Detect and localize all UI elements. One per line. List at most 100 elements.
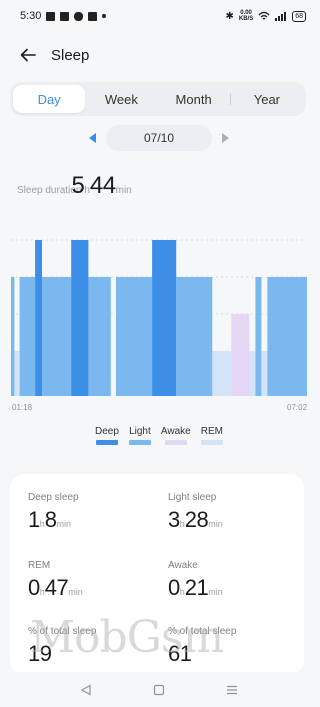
sleep-segment-rem bbox=[261, 351, 268, 396]
tab-year[interactable]: Year bbox=[231, 85, 303, 113]
nav-home-button[interactable] bbox=[147, 678, 171, 702]
duration-minutes-unit: min bbox=[115, 185, 132, 196]
status-time: 5:30 bbox=[20, 10, 42, 22]
status-bar: 5:30 ✱ 0.00 KB/S 68 bbox=[0, 0, 318, 32]
date-navigator: 07/10 bbox=[0, 125, 318, 151]
next-day-button[interactable] bbox=[222, 133, 229, 143]
legend-deep: Deep bbox=[95, 426, 119, 445]
stat-minutes-unit: min bbox=[56, 519, 72, 529]
legend-swatch bbox=[95, 440, 118, 445]
sleep-segment-rem bbox=[249, 351, 256, 396]
legend-swatch bbox=[164, 440, 187, 445]
sleep-segment-awake bbox=[231, 314, 250, 396]
sleep-stage-svg bbox=[11, 239, 307, 396]
app-header: Sleep bbox=[0, 36, 318, 74]
sleep-stage-chart bbox=[11, 236, 307, 396]
legend-label: REM bbox=[200, 426, 223, 437]
stat-value: 0 h 21 min bbox=[168, 575, 223, 601]
net-speed-unit: KB/S bbox=[238, 16, 254, 22]
previous-day-button[interactable] bbox=[89, 133, 96, 143]
more-notifications-icon bbox=[102, 14, 107, 18]
sleep-segment-light bbox=[267, 277, 307, 396]
stat-minutes-unit: min bbox=[208, 587, 223, 597]
sleep-segment-light bbox=[42, 277, 72, 396]
system-nav-bar bbox=[0, 672, 318, 707]
stat-label: % of total sleep bbox=[28, 626, 97, 637]
arrow-left-icon bbox=[20, 48, 36, 62]
sleep-stats-card: Deep sleep 1 h 8 min Light sleep 3 h 28 … bbox=[10, 474, 304, 674]
stat-value: 0 h 47 min bbox=[28, 575, 83, 601]
stat-minutes: 28 bbox=[184, 507, 209, 532]
page-title: Sleep bbox=[51, 46, 90, 64]
awake-stat: Awake 0 h 21 min bbox=[168, 560, 223, 601]
light-percent-stat: % of total sleep 61 bbox=[168, 626, 236, 667]
period-tabs: Day Week Month Year bbox=[10, 82, 306, 116]
deep-percent-stat: % of total sleep 19 bbox=[28, 626, 96, 667]
bluetooth-icon: ✱ bbox=[225, 10, 234, 22]
wifi-icon bbox=[258, 11, 270, 20]
stat-percent: 61 bbox=[168, 641, 192, 666]
legend-label: Light bbox=[129, 426, 151, 437]
sleep-segment-light bbox=[19, 277, 36, 396]
chart-legend: Deep Light Awake REM bbox=[0, 426, 318, 445]
sleep-segment-light bbox=[88, 277, 111, 396]
tab-month[interactable]: Month bbox=[158, 85, 230, 113]
legend-label: Awake bbox=[160, 426, 191, 437]
chart-end-time: 07:02 bbox=[287, 403, 308, 412]
duration-minutes: 44 bbox=[89, 172, 116, 199]
stat-value: 19 bbox=[28, 641, 96, 667]
tab-week[interactable]: Week bbox=[85, 85, 157, 113]
sleep-segment-deep bbox=[152, 240, 177, 396]
triangle-back-icon bbox=[81, 683, 91, 696]
sleep-segment-rem bbox=[212, 351, 232, 396]
tab-day[interactable]: Day bbox=[13, 85, 86, 113]
sleep-segment-deep bbox=[71, 240, 89, 396]
deep-sleep-stat: Deep sleep 1 h 8 min bbox=[28, 492, 79, 533]
stat-hours: 0 bbox=[168, 575, 180, 600]
stat-label: Awake bbox=[168, 560, 198, 571]
sleep-segment-light bbox=[116, 277, 153, 396]
menu-recents-icon bbox=[226, 685, 237, 694]
stat-hours: 3 bbox=[168, 507, 180, 532]
stat-hours: 0 bbox=[28, 575, 40, 600]
gallery-icon bbox=[60, 11, 70, 21]
stat-value: 3 h 28 min bbox=[168, 507, 223, 533]
sleep-segment-light bbox=[176, 277, 213, 396]
chart-start-time: 01:18 bbox=[12, 403, 33, 412]
stat-hours: 1 bbox=[28, 507, 40, 532]
stat-label: REM bbox=[28, 560, 51, 571]
stat-minutes-unit: min bbox=[208, 519, 223, 529]
sleep-segment-rem bbox=[14, 351, 20, 396]
square-home-icon bbox=[153, 684, 165, 695]
notification-icon bbox=[46, 11, 56, 21]
stat-label: Deep sleep bbox=[28, 492, 79, 503]
network-speed: 0.00 KB/S bbox=[239, 10, 253, 22]
legend-rem: REM bbox=[201, 426, 223, 445]
stat-label: % of total sleep bbox=[168, 626, 237, 637]
legend-light: Light bbox=[128, 426, 151, 445]
stat-minutes: 21 bbox=[184, 575, 209, 600]
battery-indicator: 68 bbox=[292, 10, 306, 22]
legend-awake: Awake bbox=[161, 426, 191, 445]
stat-minutes: 8 bbox=[44, 507, 57, 532]
stat-minutes: 47 bbox=[44, 575, 69, 600]
sleep-segment-deep bbox=[35, 240, 42, 396]
rem-stat: REM 0 h 47 min bbox=[28, 560, 83, 601]
legend-swatch bbox=[200, 440, 223, 445]
sleep-segment-light bbox=[255, 277, 262, 396]
legend-label: Deep bbox=[95, 426, 119, 437]
back-button[interactable] bbox=[18, 45, 38, 65]
date-picker[interactable]: 07/10 bbox=[106, 125, 212, 151]
duration-hours: 5 bbox=[71, 172, 85, 199]
sleep-segment-light bbox=[11, 277, 15, 396]
light-sleep-stat: Light sleep 3 h 28 min bbox=[168, 492, 223, 533]
nav-back-button[interactable] bbox=[74, 678, 98, 702]
nav-recents-button[interactable] bbox=[220, 678, 244, 702]
sleep-duration-summary: Sleep duration 5 h 44 min bbox=[17, 172, 132, 200]
stat-minutes-unit: min bbox=[68, 587, 83, 597]
stat-value: 61 bbox=[168, 641, 236, 667]
stat-percent: 19 bbox=[28, 641, 52, 666]
signal-icon bbox=[275, 12, 287, 21]
cloud-icon bbox=[74, 11, 84, 21]
stat-label: Light sleep bbox=[168, 492, 217, 503]
